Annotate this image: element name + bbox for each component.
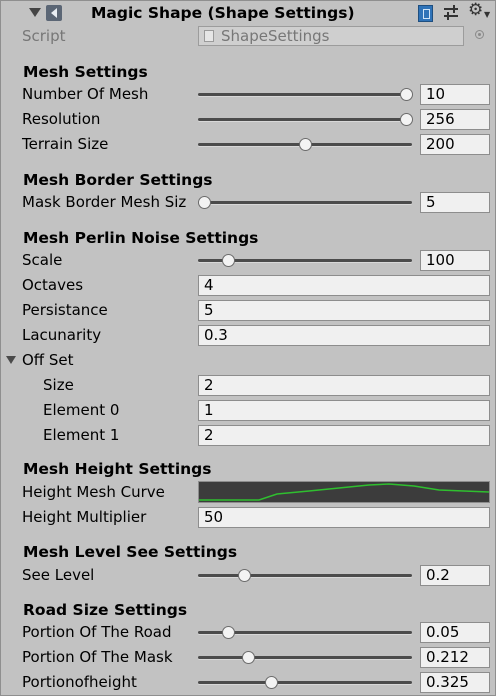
lacunarity-input[interactable]: 0.3 <box>198 325 490 346</box>
scale-row: Scale 100 <box>1 249 495 273</box>
lacunarity-label: Lacunarity <box>22 326 102 344</box>
height-mesh-curve-row: Height Mesh Curve <box>1 481 495 505</box>
object-picker-icon[interactable] <box>475 30 484 39</box>
script-component-icon <box>46 5 62 21</box>
offset-element-0-label: Element 0 <box>43 401 120 419</box>
portionofheight-row: Portionofheight 0.325 <box>1 671 495 695</box>
height-mesh-curve-field[interactable] <box>198 481 490 503</box>
inspector-panel: Magic Shape (Shape Settings) ⚙ ▼ Script … <box>0 0 496 696</box>
number-of-mesh-slider-thumb[interactable] <box>400 88 413 101</box>
section-heading-road-size-settings: Road Size Settings <box>23 601 188 619</box>
octaves-input[interactable]: 4 <box>198 275 490 296</box>
number-of-mesh-input[interactable]: 10 <box>420 84 490 105</box>
section-heading-mesh-perlin-noise-settings: Mesh Perlin Noise Settings <box>23 229 259 247</box>
portion-of-the-mask-label: Portion Of The Mask <box>22 648 173 666</box>
see-level-input[interactable]: 0.2 <box>420 565 490 586</box>
persistance-row: Persistance 5 <box>1 299 495 323</box>
terrain-size-input[interactable]: 200 <box>420 134 490 155</box>
script-object-field[interactable]: ShapeSettings <box>198 26 464 46</box>
script-file-icon <box>204 30 214 42</box>
height-mesh-curve-label: Height Mesh Curve <box>22 483 165 501</box>
persistance-input[interactable]: 5 <box>198 300 490 321</box>
resolution-row: Resolution 256 <box>1 108 495 132</box>
section-heading-mesh-height-settings: Mesh Height Settings <box>23 460 212 478</box>
portionofheight-input[interactable]: 0.325 <box>420 672 490 693</box>
octaves-row: Octaves 4 <box>1 274 495 298</box>
portionofheight-slider-track[interactable] <box>198 681 412 684</box>
mask-border-mesh-size-label: Mask Border Mesh Siz <box>22 193 187 211</box>
gear-icon[interactable]: ⚙ <box>468 2 483 19</box>
component-header[interactable]: Magic Shape (Shape Settings) ⚙ ▼ <box>1 1 495 27</box>
script-label: Script <box>22 27 66 45</box>
portion-of-the-mask-row: Portion Of The Mask 0.212 <box>1 646 495 670</box>
portion-of-the-mask-input[interactable]: 0.212 <box>420 647 490 668</box>
section-heading-mesh-level-see-settings: Mesh Level See Settings <box>23 543 238 561</box>
portion-of-the-road-row: Portion Of The Road 0.05 <box>1 621 495 645</box>
see-level-label: See Level <box>22 566 95 584</box>
number-of-mesh-label: Number Of Mesh <box>22 85 149 103</box>
foldout-arrow-icon[interactable] <box>6 356 16 364</box>
script-object-value: ShapeSettings <box>221 27 330 45</box>
octaves-label: Octaves <box>22 276 84 294</box>
offset-label[interactable]: Off Set <box>22 351 74 369</box>
mask-border-mesh-size-input[interactable]: 5 <box>420 192 490 213</box>
offset-element-0-input[interactable]: 1 <box>198 400 490 421</box>
curve-line <box>199 483 489 501</box>
terrain-size-row: Terrain Size 200 <box>1 133 495 157</box>
offset-element-1-input[interactable]: 2 <box>198 425 490 446</box>
help-book-icon[interactable] <box>418 5 433 22</box>
offset-size-row: Size 2 <box>1 374 495 398</box>
chevron-down-icon[interactable]: ▼ <box>484 10 490 19</box>
see-level-slider-track[interactable] <box>198 574 412 577</box>
portion-of-the-road-label: Portion Of The Road <box>22 623 172 641</box>
portion-of-the-mask-slider-thumb[interactable] <box>242 651 256 664</box>
offset-size-input[interactable]: 2 <box>198 375 490 396</box>
scale-slider-thumb[interactable] <box>222 254 236 267</box>
foldout-arrow-icon[interactable] <box>29 8 41 17</box>
script-row: Script ShapeSettings <box>1 25 495 49</box>
number-of-mesh-row: Number Of Mesh 10 <box>1 83 495 107</box>
height-multiplier-label: Height Multiplier <box>22 508 147 526</box>
see-level-slider-thumb[interactable] <box>238 569 252 582</box>
persistance-label: Persistance <box>22 301 108 319</box>
offset-element-1-row: Element 1 2 <box>1 424 495 448</box>
scale-input[interactable]: 100 <box>420 250 490 271</box>
resolution-slider-thumb[interactable] <box>400 113 413 126</box>
offset-element-0-row: Element 0 1 <box>1 399 495 423</box>
height-multiplier-row: Height Multiplier 50 <box>1 506 495 530</box>
portionofheight-label: Portionofheight <box>22 673 137 691</box>
terrain-size-label: Terrain Size <box>22 135 109 153</box>
lacunarity-row: Lacunarity 0.3 <box>1 324 495 348</box>
portion-of-the-road-slider-thumb[interactable] <box>222 626 236 639</box>
section-heading-mesh-settings: Mesh Settings <box>23 63 148 81</box>
see-level-row: See Level 0.2 <box>1 564 495 588</box>
number-of-mesh-slider-track[interactable] <box>198 93 412 96</box>
component-title: Magic Shape (Shape Settings) <box>91 4 355 22</box>
portion-of-the-road-input[interactable]: 0.05 <box>420 622 490 643</box>
section-heading-mesh-border-settings: Mesh Border Settings <box>23 171 213 189</box>
resolution-label: Resolution <box>22 110 101 128</box>
mask-border-mesh-size-row: Mask Border Mesh Siz 5 <box>1 191 495 215</box>
portion-of-the-mask-slider-track[interactable] <box>198 656 412 659</box>
offset-foldout-row[interactable]: Off Set <box>1 349 495 373</box>
mask-border-mesh-size-slider-thumb[interactable] <box>198 196 211 209</box>
terrain-size-slider-thumb[interactable] <box>299 138 312 151</box>
resolution-input[interactable]: 256 <box>420 109 490 130</box>
curve-preview <box>199 483 489 501</box>
preset-sliders-icon[interactable] <box>444 5 458 21</box>
portionofheight-slider-thumb[interactable] <box>264 676 278 689</box>
resolution-slider-track[interactable] <box>198 118 412 121</box>
scale-label: Scale <box>22 251 63 269</box>
offset-element-1-label: Element 1 <box>43 426 120 444</box>
offset-size-label: Size <box>43 376 74 394</box>
mask-border-mesh-size-slider-track[interactable] <box>198 201 412 204</box>
height-multiplier-input[interactable]: 50 <box>198 507 490 528</box>
